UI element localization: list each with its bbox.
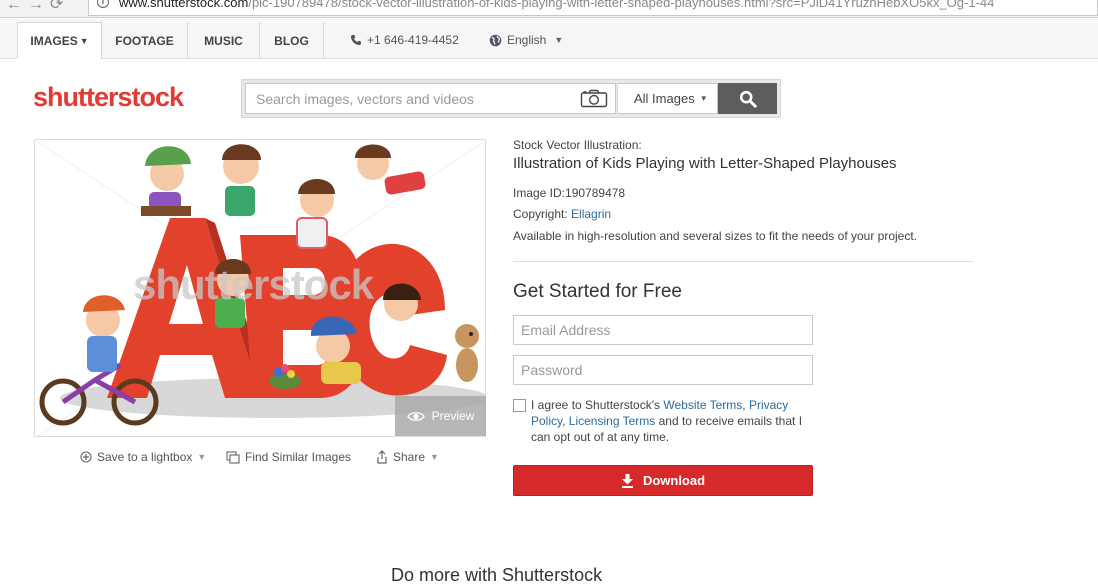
stock-image[interactable]: shutterstock [34,139,486,437]
chevron-down-icon: ▼ [430,452,439,462]
preview-button[interactable]: Preview [395,396,486,436]
save-to-lightbox-label: Save to a lightbox [97,450,193,464]
phone-link[interactable]: +1 646-419-4452 [350,33,459,47]
download-icon [621,473,633,488]
terms-separator: , [742,398,749,412]
tab-footage-label: FOOTAGE [115,33,174,48]
find-similar-label: Find Similar Images [245,450,352,464]
globe-icon [489,34,502,46]
copyright-label: Copyright: [513,207,568,221]
search-input[interactable] [245,83,616,114]
download-label: Download [642,473,706,488]
agree-prefix: I agree to Shutterstock's [531,398,664,412]
image-id-label: Image ID: [513,186,566,200]
browser-url-bar: ←→⟳ i www.shutterstock.com/pic-190789478… [0,0,1098,18]
chevron-down-icon: ▼ [699,94,708,103]
tab-blog-label: BLOG [274,33,309,48]
image-id-row: Image ID:190789478 [513,186,973,200]
tab-images-label: IMAGES [30,33,78,48]
tab-blog[interactable]: BLOG [260,22,324,59]
terms-separator: , [562,414,569,428]
download-button[interactable]: Download [513,465,813,496]
search-icon [739,90,757,108]
camera-icon[interactable] [580,89,608,108]
copyright-row: Copyright: Ellagrin [513,207,973,221]
image-type-value: All Images [634,91,695,106]
copy-icon [226,450,240,464]
image-id-value: 190789478 [565,186,626,200]
save-to-lightbox-button[interactable]: Save to a lightbox ▼ [80,450,206,464]
tab-music-label: MUSIC [204,33,243,48]
language-selector[interactable]: English ▼ [489,33,563,47]
password-field[interactable] [513,355,813,385]
plus-circle-icon [80,451,92,463]
terms-agreement-text: I agree to Shutterstock's Website Terms,… [531,397,816,445]
image-type-select[interactable]: All Images ▼ [617,83,718,114]
chevron-down-icon: ▼ [554,35,564,45]
url-domain: www.shutterstock.com [119,0,249,10]
language-label: English [507,33,547,47]
email-field[interactable] [513,315,813,345]
terms-checkbox[interactable] [513,399,526,412]
image-title: Illustration of Kids Playing with Letter… [513,155,897,172]
preview-label: Preview [431,409,475,423]
availability-text: Available in high-resolution and several… [513,229,918,243]
licensing-terms-link[interactable]: Licensing Terms [569,414,655,428]
search-button[interactable] [718,83,777,114]
shutterstock-logo[interactable]: shutterstock [33,82,184,113]
address-field[interactable]: i www.shutterstock.com/pic-190789478/sto… [88,0,1098,16]
watermark: shutterstock [133,261,374,308]
find-similar-button[interactable]: Find Similar Images [226,450,351,464]
tab-images[interactable]: IMAGES ▼ [17,22,102,59]
share-button[interactable]: Share ▼ [376,450,439,464]
section-divider [513,261,973,262]
chevron-down-icon: ▼ [79,35,89,46]
signup-title: Get Started for Free [513,281,682,302]
top-nav: IMAGES ▼ FOOTAGE MUSIC BLOG +1 646-419-44… [0,19,1098,59]
browser-nav-arrows[interactable]: ←→⟳ [6,0,69,14]
image-details: Stock Vector Illustration: Illustration … [513,138,973,243]
eye-icon [406,411,425,421]
chevron-down-icon: ▼ [197,452,207,462]
url-text: www.shutterstock.com/pic-190789478/stock… [119,0,994,10]
phone-number: +1 646-419-4452 [367,33,459,47]
info-icon[interactable]: i [97,0,109,8]
tab-footage[interactable]: FOOTAGE [102,22,188,59]
phone-icon [351,35,361,45]
contributor-link[interactable]: Ellagrin [571,207,611,221]
share-label: Share [393,450,426,464]
tab-music[interactable]: MUSIC [188,22,260,59]
asset-type-label: Stock Vector Illustration: [513,138,642,152]
website-terms-link[interactable]: Website Terms [663,398,742,412]
share-icon [377,450,387,464]
url-path: /pic-190789478/stock-vector-illustration… [248,0,995,10]
